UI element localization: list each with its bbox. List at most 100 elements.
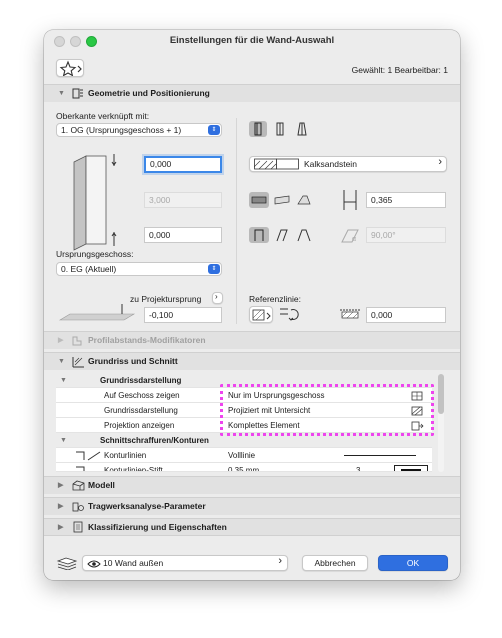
window-title: Einstellungen für die Wand-Auswahl [169, 35, 335, 46]
wall-height-diagram-icon [73, 154, 117, 251]
top-offset-input[interactable]: 0,000 [144, 156, 222, 173]
profile-modifiers-title: Profilabstands-Modifikatoren [88, 335, 206, 345]
disclosure-closed-icon: ▶ [58, 337, 64, 344]
group-title: Grundrissdarstellung [100, 376, 182, 385]
disclosure-closed-icon: ▶ [58, 503, 64, 510]
profile-modifiers-section-header: ▶ Profilabstands-Modifikatoren [44, 331, 460, 349]
wall-geometry-slanted-button[interactable] [273, 227, 291, 243]
classification-icon [73, 521, 83, 533]
updown-icon: ⇕ [208, 264, 220, 274]
scrollbar-thumb[interactable] [438, 374, 444, 414]
layer-name: 10 Wand außen [103, 558, 164, 568]
wall-geometry-double-slanted-button[interactable] [295, 227, 313, 243]
wall-type-trapezoid-button[interactable] [271, 121, 289, 137]
thickness-icon [343, 190, 357, 210]
reference-line-label: Referenzlinie: [249, 294, 301, 304]
material-picker[interactable]: Kalksandstein › [249, 156, 447, 172]
flip-reference-icon[interactable] [278, 306, 300, 323]
profile-modifier-icon [72, 336, 82, 346]
row-label: Projektion anzeigen [104, 421, 175, 430]
row-value: 0,35 mm [228, 466, 260, 472]
disclosure-open-icon: ▼ [58, 358, 65, 365]
pen-number: 3 [356, 466, 361, 472]
row-value: Volllinie [228, 451, 256, 460]
wall-type-polygon-button[interactable] [293, 121, 311, 137]
group-title: Schnittschraffuren/Konturen [100, 436, 209, 445]
project-zero-icon [58, 304, 136, 321]
updown-icon: ⇕ [208, 125, 220, 135]
reference-line-icon [252, 309, 271, 321]
vertical-wall-icon [254, 229, 264, 241]
material-name: Kalksandstein [304, 159, 357, 169]
bottom-offset-input[interactable]: 0,000 [144, 227, 222, 243]
height-input[interactable]: 3,000 [144, 192, 222, 208]
double-slanted-wall-section-icon [297, 195, 311, 205]
angle-input[interactable]: 90,00° [366, 227, 446, 243]
disclosure-open-icon: ▼ [60, 377, 67, 384]
hatch-pattern-icon [254, 158, 299, 170]
double-slanted-wall-icon [297, 229, 311, 242]
model-section-header[interactable]: ▶ Modell [44, 476, 460, 494]
structural-section-header[interactable]: ▶ Tragwerksanalyse-Parameter [44, 497, 460, 515]
ok-label: OK [406, 558, 420, 568]
settings-dialog: Einstellungen für die Wand-Auswahl Gewäh… [44, 30, 460, 580]
table-row[interactable]: Konturlinien Volllinie [56, 448, 432, 463]
wall-section-icon [251, 196, 267, 204]
project-zero-reference-button[interactable]: › [212, 292, 223, 304]
geometry-icon [72, 88, 83, 99]
layer-picker[interactable]: 10 Wand außen › [82, 555, 288, 571]
home-story-label: Ursprungsgeschoss: [56, 249, 134, 259]
row-label: Konturlinien-Stift [104, 466, 163, 472]
favorites-button[interactable] [56, 59, 84, 77]
slanted-wall-section-icon [274, 195, 290, 205]
chevron-right-icon: › [438, 156, 442, 168]
row-label: Auf Geschoss zeigen [104, 391, 180, 400]
disclosure-open-icon: ▼ [60, 437, 67, 444]
top-link-select[interactable]: 1. OG (Ursprungsgeschoss + 1) ⇕ [56, 123, 222, 137]
thickness-input[interactable]: 0,365 [366, 192, 446, 208]
disclosure-closed-icon: ▶ [58, 482, 64, 489]
table-row[interactable]: Konturlinien-Stift 0,35 mm 3 [56, 463, 432, 472]
floor-plan-title: Grundriss und Schnitt [88, 356, 178, 366]
angle-icon: α [341, 229, 359, 243]
disclosure-closed-icon: ▶ [58, 524, 64, 531]
classification-section-header[interactable]: ▶ Klassifizierung und Eigenschaften [44, 518, 460, 536]
disclosure-open-icon: ▼ [58, 90, 65, 97]
selection-info: Gewählt: 1 Bearbeitbar: 1 [351, 65, 448, 75]
floor-plan-section-header[interactable]: ▼ Grundriss und Schnitt [44, 352, 460, 370]
chevron-right-icon: › [278, 555, 282, 567]
star-icon [59, 60, 82, 76]
wall-profile-double-slanted-button[interactable] [295, 192, 313, 208]
annotation-highlight [220, 384, 434, 436]
top-link-value: 1. OG (Ursprungsgeschoss + 1) [61, 125, 182, 135]
wall-type-straight-button[interactable] [249, 121, 267, 137]
geometry-section-header[interactable]: ▼ Geometrie und Positionierung [44, 84, 460, 102]
home-story-value: 0. EG (Aktuell) [61, 264, 117, 274]
home-story-select[interactable]: 0. EG (Aktuell) ⇕ [56, 262, 222, 276]
contour-pen-icon [76, 466, 85, 471]
floor-plan-icon [72, 357, 84, 368]
pen-color-swatch [394, 465, 428, 471]
wall-profile-straight-button[interactable] [249, 192, 269, 208]
straight-wall-icon [254, 122, 262, 136]
svg-text:α: α [352, 236, 356, 243]
project-zero-input[interactable]: -0,100 [144, 307, 222, 323]
model-title: Modell [88, 480, 115, 490]
chevron-right-icon: › [215, 292, 218, 301]
model-icon [72, 480, 85, 491]
wall-profile-slanted-button[interactable] [273, 192, 291, 208]
cancel-button[interactable]: Abbrechen [302, 555, 368, 571]
project-zero-label: zu Projektursprung [130, 294, 202, 304]
table-scrollbar[interactable] [438, 374, 444, 472]
wall-geometry-vertical-button[interactable] [249, 227, 269, 243]
cancel-label: Abbrechen [314, 558, 356, 568]
classification-title: Klassifizierung und Eigenschaften [88, 522, 227, 532]
reference-offset-input[interactable]: 0,000 [366, 307, 446, 323]
structural-analysis-icon [72, 502, 84, 512]
reference-line-picker[interactable] [249, 306, 273, 323]
slanted-wall-icon [276, 229, 288, 242]
line-type-preview [344, 455, 416, 456]
polygon-wall-icon [297, 122, 307, 136]
ok-button[interactable]: OK [378, 555, 448, 571]
eye-icon [87, 560, 101, 568]
